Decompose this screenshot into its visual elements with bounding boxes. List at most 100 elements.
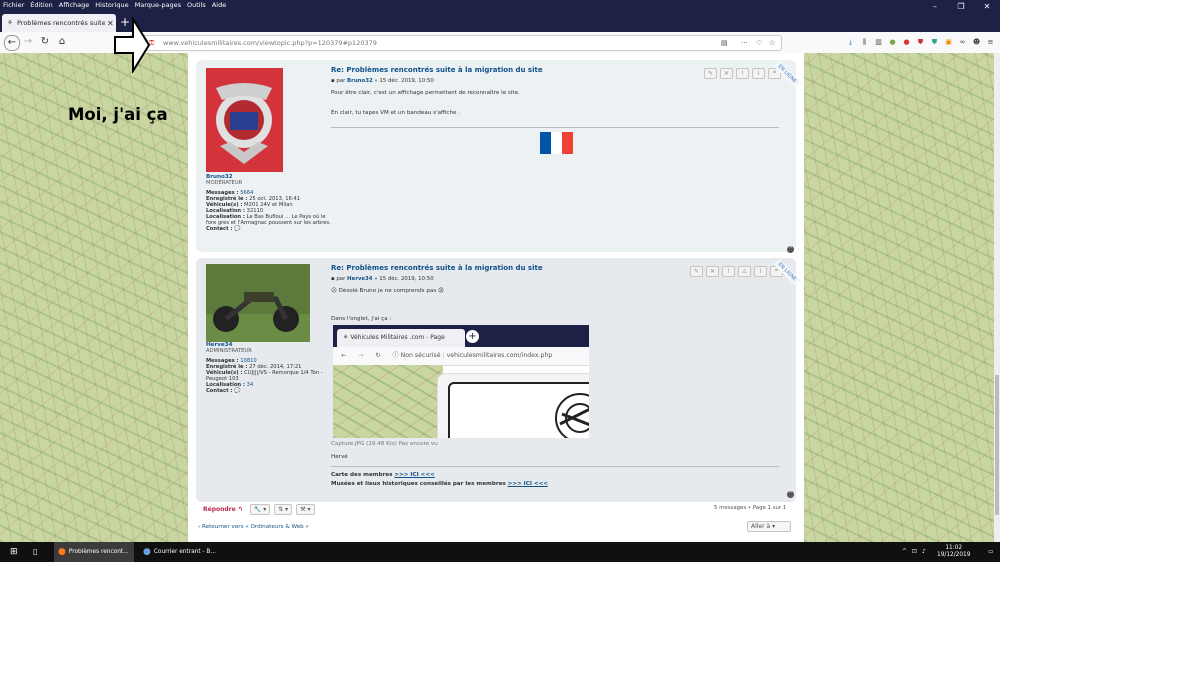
avatar-herve34	[206, 264, 310, 342]
capture-tab: ⚘ Véhicules Militaires .com - Page	[337, 329, 465, 347]
browser-tab[interactable]: ⚘ Problèmes rencontrés suite à la ✕	[2, 14, 116, 32]
attachment-capture-image[interactable]: ⚘ Véhicules Militaires .com - Page + ← →…	[333, 325, 589, 438]
capture-emblem-icon	[555, 393, 589, 438]
volume-icon[interactable]: ♪	[922, 542, 926, 562]
extension-2-icon[interactable]: ●	[901, 35, 912, 49]
forward-icon[interactable]: →	[21, 35, 35, 49]
capture-navbar: ← → ↻ ⓘ Non sécurisé | vehiculesmilitair…	[333, 347, 589, 366]
delete-button[interactable]: ✕	[720, 68, 733, 79]
menubar: Fichier Édition Affichage Historique Mar…	[0, 0, 226, 10]
warn-button[interactable]: ⚠	[738, 266, 751, 277]
maximize-button[interactable]: ❐	[948, 0, 974, 14]
windows-taskbar: ⊞ ▯ ● Problèmes rencont... ● Courrier entr…	[0, 542, 1000, 562]
avatar-bruno32	[206, 68, 283, 172]
clock[interactable]: 11:02 19/12/2019	[937, 545, 970, 562]
menu-hamburger-icon[interactable]: ≡	[985, 35, 996, 49]
extension-5-icon[interactable]: ∞	[957, 35, 968, 49]
taskbar-firefox[interactable]: ● Problèmes rencont...	[54, 542, 134, 562]
library-icon[interactable]: ⫼	[859, 35, 870, 49]
report-button[interactable]: !	[722, 266, 735, 277]
delete-button[interactable]: ✕	[706, 266, 719, 277]
menu-historique[interactable]: Historique	[95, 0, 128, 10]
reply-button[interactable]: Répondre ↰	[200, 505, 246, 514]
back-to-top-icon[interactable]: ^	[787, 491, 794, 498]
ublock-icon[interactable]: ⛊	[915, 35, 926, 49]
mod-tools-button[interactable]: ⚒ ▾	[296, 504, 315, 515]
contact-icon[interactable]: 💬	[234, 388, 240, 394]
task-view-icon[interactable]: ▯	[33, 542, 37, 562]
menu-edition[interactable]: Édition	[30, 0, 53, 10]
french-flag-image	[540, 132, 573, 154]
contact-row: Contact : 💬	[206, 226, 241, 232]
info-button[interactable]: i	[752, 68, 765, 79]
extension-1-icon[interactable]: ●	[887, 35, 898, 49]
page-scrollbar[interactable]	[994, 53, 1000, 542]
background-map-left	[0, 53, 188, 542]
notifications-icon[interactable]: ▭	[988, 542, 993, 562]
extension-4-icon[interactable]: ▣	[943, 35, 954, 49]
network-icon[interactable]: ⊡	[912, 542, 917, 562]
page-actions-icon[interactable]: ···	[741, 36, 748, 50]
post1-buttons: ✎ ✕ ! i ❝	[704, 68, 781, 79]
sort-button[interactable]: ⇅ ▾	[274, 504, 293, 515]
tab-title: Problèmes rencontrés suite à la	[17, 19, 105, 27]
url-text[interactable]: www.vehiculesmilitaires.com/viewtopic.ph…	[163, 36, 377, 50]
menu-affichage[interactable]: Affichage	[59, 0, 90, 10]
back-icon[interactable]: ←	[4, 35, 20, 51]
capture-forward-icon: →	[358, 352, 364, 359]
post2-buttons: ✎ ✕ ! ⚠ i ❝	[690, 266, 783, 277]
minimize-button[interactable]: –	[922, 0, 948, 14]
contact-icon[interactable]: 💬	[234, 226, 240, 232]
bookmark-star-icon[interactable]: ☆	[769, 36, 775, 50]
post-icon: ▪	[331, 276, 335, 282]
post-herve34: Herve34 ADMINISTRATEUR Messages : 10810 …	[196, 258, 801, 502]
back-to-forum-link[interactable]: ‹ Retourner vers « Ordinateurs & Web »	[198, 524, 309, 530]
menu-fichier[interactable]: Fichier	[3, 0, 24, 10]
capture-url-text: vehiculesmilitaires.com/index.php	[446, 352, 553, 359]
post2-title[interactable]: Re: Problèmes rencontrés suite à la migr…	[331, 264, 543, 272]
profile-bruno32: Bruno32 MODÉRATEUR Messages : 5664 Enreg…	[206, 174, 331, 232]
chevron-down-icon: ▾	[772, 523, 776, 530]
attachment-caption: Capture.JPG (29.48 Kio) Pas encore vu	[331, 441, 438, 447]
flag-blue	[540, 132, 551, 154]
scrollbar-thumb[interactable]	[995, 375, 999, 515]
edit-button[interactable]: ✎	[690, 266, 703, 277]
extension-6-icon[interactable]: ☻	[971, 35, 982, 49]
taskbar-thunderbird[interactable]: ● Courrier entrant - B...	[139, 542, 219, 562]
topic-tools-button[interactable]: 🔧 ▾	[249, 504, 271, 515]
reload-icon[interactable]: ↻	[38, 35, 52, 49]
capture-back-icon: ←	[341, 352, 347, 359]
edit-button[interactable]: ✎	[704, 68, 717, 79]
tray-chevron-icon[interactable]: ^	[902, 542, 907, 562]
reader-view-icon[interactable]: ▤	[721, 36, 728, 50]
post2-author-link[interactable]: Herve34	[347, 276, 373, 282]
menu-outils[interactable]: Outils	[187, 0, 206, 10]
post1-title[interactable]: Re: Problèmes rencontrés suite à la migr…	[331, 66, 543, 74]
jump-to-select[interactable]: Aller à ▾	[747, 521, 791, 532]
sidebar-icon[interactable]: ▥	[873, 35, 884, 49]
pocket-icon[interactable]: ♡	[756, 36, 762, 50]
museums-link[interactable]: >>> ICI <<<	[508, 481, 548, 487]
firefox-icon: ●	[58, 547, 66, 557]
menu-aide[interactable]: Aide	[212, 0, 226, 10]
capture-page-inner	[448, 382, 589, 438]
toolbar-icons: ⤓ ⫼ ▥ ● ● ⛊ ⛊ ▣ ∞ ☻ ≡	[845, 35, 996, 49]
menu-marque-pages[interactable]: Marque-pages	[135, 0, 181, 10]
address-bar[interactable]: ⛉ ⚿ www.vehiculesmilitaires.com/viewtopi…	[128, 35, 782, 51]
post-icon: ▪	[331, 78, 335, 84]
extension-3-icon[interactable]: ⛊	[929, 35, 940, 49]
close-window-button[interactable]: ✕	[974, 0, 1000, 14]
report-button[interactable]: !	[736, 68, 749, 79]
screen: Fichier Édition Affichage Historique Mar…	[0, 0, 1000, 562]
sad-smiley-icon: 😟	[438, 288, 444, 294]
home-icon[interactable]: ⌂	[55, 35, 69, 49]
info-button[interactable]: i	[754, 266, 767, 277]
capture-new-tab-icon: +	[466, 330, 479, 343]
post1-author-link[interactable]: Bruno32	[347, 78, 373, 84]
location2-row: Localisation : Le Bas Bufloui ... Le Pay…	[206, 214, 331, 226]
post2-text2: Dans l'onglet, j'ai ça :	[331, 316, 392, 322]
windows-start-icon[interactable]: ⊞	[10, 542, 18, 562]
back-to-top-icon[interactable]: ^	[787, 246, 794, 253]
download-icon[interactable]: ⤓	[845, 35, 856, 49]
members-map-link[interactable]: >>> ICI <<<	[394, 472, 434, 478]
